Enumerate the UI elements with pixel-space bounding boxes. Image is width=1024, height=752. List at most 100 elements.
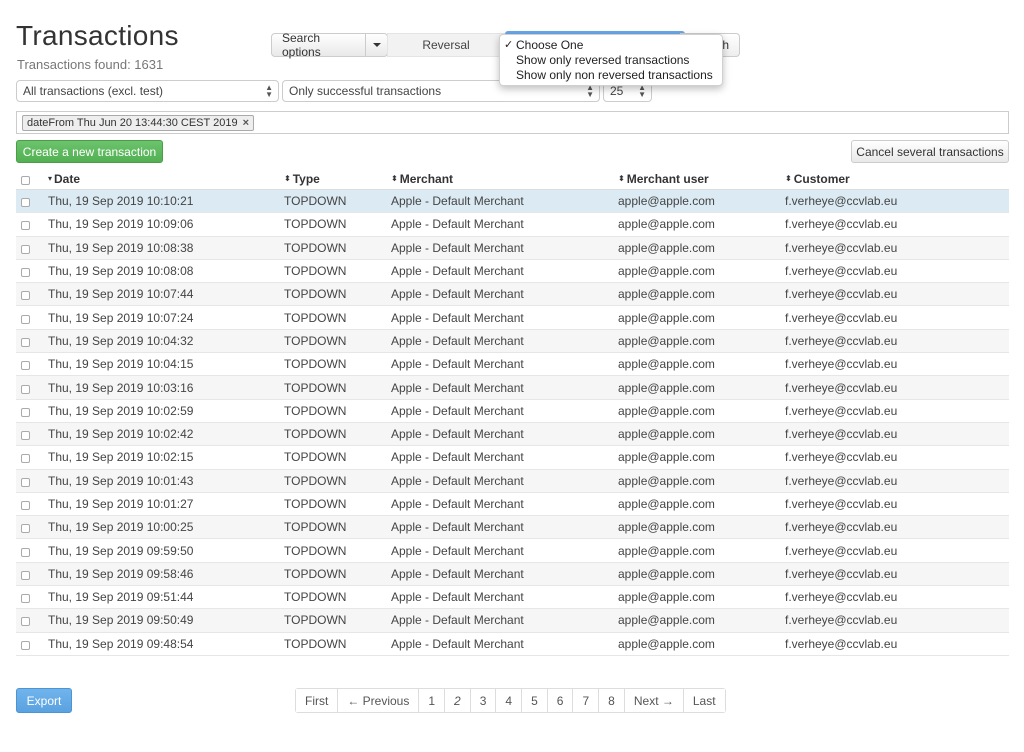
table-row[interactable]: Thu, 19 Sep 2019 10:01:27 TOPDOWN Apple - … (16, 493, 1009, 517)
create-transaction-button[interactable]: Create a new transaction (16, 140, 163, 163)
pagination-page-current[interactable]: 2 (444, 689, 470, 712)
pagination-page[interactable]: 6 (546, 689, 573, 712)
sort-icon: ⬍ (618, 174, 625, 183)
pagination-last[interactable]: Last (682, 689, 725, 712)
row-checkbox[interactable] (21, 516, 30, 538)
table-row[interactable]: Thu, 19 Sep 2019 09:51:44 TOPDOWN Apple - … (16, 586, 1009, 610)
cell-customer: f.verheye@ccvlab.eu (785, 264, 898, 279)
active-filters-field[interactable]: dateFrom Thu Jun 20 13:44:30 CEST 2019 × (16, 111, 1009, 134)
cell-customer: f.verheye@ccvlab.eu (785, 217, 898, 232)
cell-merchant-user: apple@apple.com (618, 450, 715, 465)
search-options-button[interactable]: Search options (271, 31, 366, 59)
reversal-option-choose-one[interactable]: ✓ Choose One (500, 38, 722, 53)
cell-customer: f.verheye@ccvlab.eu (785, 240, 898, 255)
row-checkbox[interactable] (21, 353, 30, 375)
table-row[interactable]: Thu, 19 Sep 2019 09:48:54 TOPDOWN Apple - … (16, 633, 1009, 656)
column-header-merchant[interactable]: ⬍ Merchant (391, 168, 453, 189)
select-arrows-icon: ▲ ▼ (638, 83, 646, 99)
cell-type: TOPDOWN (284, 427, 347, 442)
table-row[interactable]: Thu, 19 Sep 2019 09:50:49 TOPDOWN Apple - … (16, 609, 1009, 633)
row-checkbox[interactable] (21, 376, 30, 398)
row-checkbox[interactable] (21, 213, 30, 235)
row-checkbox[interactable] (21, 306, 30, 328)
table-row[interactable]: Thu, 19 Sep 2019 10:02:42 TOPDOWN Apple - … (16, 422, 1009, 447)
table-row[interactable]: Thu, 19 Sep 2019 10:01:43 TOPDOWN Apple - … (16, 469, 1009, 493)
cell-customer: f.verheye@ccvlab.eu (785, 427, 898, 442)
row-checkbox[interactable] (21, 423, 30, 445)
reversal-option-reversed[interactable]: Show only reversed transactions (500, 53, 722, 68)
row-checkbox[interactable] (21, 446, 30, 468)
row-checkbox[interactable] (21, 237, 30, 259)
transaction-scope-select[interactable]: All transactions (excl. test) ▲ ▼ (16, 80, 279, 102)
column-header-type[interactable]: ⬍ Type (284, 168, 320, 189)
cell-type: TOPDOWN (284, 194, 347, 209)
row-checkbox[interactable] (21, 539, 30, 561)
pagination-page[interactable]: 1 (418, 689, 445, 712)
column-header-date[interactable]: ▾ Date (48, 168, 80, 189)
cell-merchant-user: apple@apple.com (618, 497, 715, 511)
table-row[interactable]: Thu, 19 Sep 2019 10:04:15 TOPDOWN Apple - … (16, 353, 1009, 377)
row-checkbox[interactable] (21, 609, 30, 631)
checkbox-icon (21, 407, 30, 417)
row-checkbox[interactable] (21, 330, 30, 352)
cell-type: TOPDOWN (284, 473, 347, 488)
table-row[interactable]: Thu, 19 Sep 2019 10:04:32 TOPDOWN Apple - … (16, 329, 1009, 354)
row-checkbox[interactable] (21, 586, 30, 608)
table-row[interactable]: Thu, 19 Sep 2019 10:02:59 TOPDOWN Apple - … (16, 400, 1009, 423)
table-row[interactable]: Thu, 19 Sep 2019 09:59:50 TOPDOWN Apple - … (16, 539, 1009, 563)
row-checkbox[interactable] (21, 493, 30, 515)
row-checkbox[interactable] (21, 400, 30, 422)
select-all-checkbox[interactable] (21, 168, 30, 189)
row-checkbox[interactable] (21, 283, 30, 305)
export-button[interactable]: Export (16, 688, 72, 713)
pagination-page[interactable]: 8 (598, 689, 624, 712)
pagination-page[interactable]: 3 (469, 689, 496, 712)
table-row[interactable]: Thu, 19 Sep 2019 10:00:25 TOPDOWN Apple - … (16, 516, 1009, 540)
cell-merchant: Apple - Default Merchant (391, 380, 524, 395)
table-row[interactable]: Thu, 19 Sep 2019 10:07:44 TOPDOWN Apple - … (16, 283, 1009, 307)
cell-type: TOPDOWN (284, 613, 347, 628)
sort-icon: ⬍ (284, 174, 291, 183)
cell-merchant-user: apple@apple.com (618, 590, 715, 605)
row-checkbox[interactable] (21, 470, 30, 492)
cell-date: Thu, 19 Sep 2019 10:02:59 (48, 403, 194, 418)
table-row[interactable]: Thu, 19 Sep 2019 10:08:08 TOPDOWN Apple - … (16, 260, 1009, 284)
cell-customer: f.verheye@ccvlab.eu (785, 310, 898, 325)
pagination-page[interactable]: 7 (572, 689, 599, 712)
cancel-several-button[interactable]: Cancel several transactions (851, 140, 1009, 163)
cell-type: TOPDOWN (284, 543, 347, 558)
table-row[interactable]: Thu, 19 Sep 2019 10:10:21 TOPDOWN Apple - … (16, 190, 1009, 214)
table-row[interactable]: Thu, 19 Sep 2019 10:07:24 TOPDOWN Apple - … (16, 306, 1009, 330)
select-arrows-icon: ▲ ▼ (586, 83, 594, 99)
remove-chip-icon[interactable]: × (243, 117, 249, 129)
cell-type: TOPDOWN (284, 240, 347, 255)
row-checkbox[interactable] (21, 633, 30, 655)
row-checkbox[interactable] (21, 190, 30, 212)
search-options-group: Search options (271, 31, 388, 59)
cell-date: Thu, 19 Sep 2019 09:51:44 (48, 590, 194, 605)
row-checkbox[interactable] (21, 260, 30, 282)
pagination-page[interactable]: 4 (495, 689, 522, 712)
pagination-first[interactable]: First (296, 689, 338, 712)
cell-customer: f.verheye@ccvlab.eu (785, 450, 898, 465)
pagination-previous[interactable]: ← Previous (337, 689, 419, 712)
table-row[interactable]: Thu, 19 Sep 2019 10:09:06 TOPDOWN Apple - … (16, 213, 1009, 237)
column-header-customer[interactable]: ⬍ Customer (785, 168, 850, 189)
checkbox-icon (21, 244, 30, 254)
table-row[interactable]: Thu, 19 Sep 2019 10:08:38 TOPDOWN Apple - … (16, 236, 1009, 260)
reversal-select[interactable]: Reversal (387, 33, 505, 57)
pagination-next[interactable]: Next → (623, 689, 683, 712)
cell-customer: f.verheye@ccvlab.eu (785, 520, 898, 535)
table-row[interactable]: Thu, 19 Sep 2019 09:58:46 TOPDOWN Apple - … (16, 562, 1009, 587)
table-row[interactable]: Thu, 19 Sep 2019 10:02:15 TOPDOWN Apple - … (16, 446, 1009, 470)
reversal-option-non-reversed[interactable]: Show only non reversed transactions (500, 68, 722, 83)
pagination-page[interactable]: 5 (521, 689, 547, 712)
search-options-caret-button[interactable] (366, 33, 388, 57)
transactions-count: Transactions found: 1631 (17, 57, 164, 72)
column-header-merchant-user[interactable]: ⬍ Merchant user (618, 168, 709, 189)
checkbox-icon (21, 268, 30, 278)
cell-type: TOPDOWN (284, 217, 347, 232)
cell-merchant-user: apple@apple.com (618, 264, 715, 279)
table-row[interactable]: Thu, 19 Sep 2019 10:03:16 TOPDOWN Apple - … (16, 376, 1009, 400)
row-checkbox[interactable] (21, 563, 30, 585)
